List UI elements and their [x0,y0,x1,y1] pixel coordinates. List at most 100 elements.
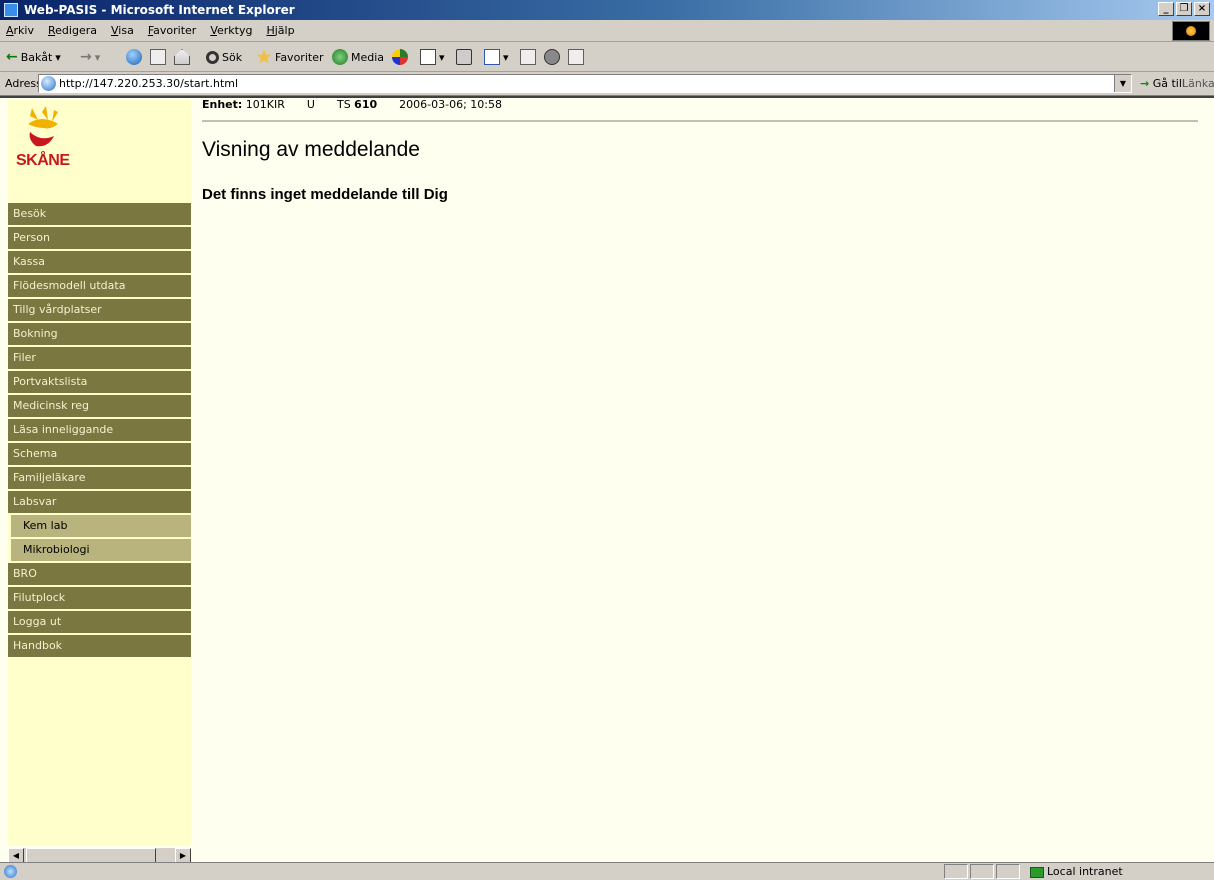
maximize-button[interactable]: ❐ [1176,2,1192,16]
sidebar-item-bro[interactable]: BRO [8,563,191,587]
address-bar: Adress http://147.220.253.30/start.html … [0,72,1214,96]
scroll-right-icon[interactable]: ▶ [175,848,191,863]
back-button[interactable]: ← Bakåt ▾ [6,47,61,67]
menu-visa[interactable]: Visa [111,24,134,37]
sidebar-item-logga-ut[interactable]: Logga ut [8,611,191,635]
zone-label: Local intranet [1047,865,1123,878]
favorites-button[interactable]: Favoriter [256,47,323,67]
back-arrow-icon: ← [6,49,18,65]
mail-dropdown-icon: ▾ [439,50,445,64]
ie-app-icon [4,3,18,17]
messenger-icon[interactable] [544,49,560,65]
sidebar-nav: Besök Person Kassa Flödesmodell utdata Tillg… [8,203,191,659]
sidebar-item-flödesmodell-utdata[interactable]: Flödesmodell utdata [8,275,191,299]
status-pane-2 [970,864,994,879]
sidebar-item-medicinsk-reg[interactable]: Medicinsk reg [8,395,191,419]
sidebar-item-mikrobiologi[interactable]: Mikrobiologi [8,539,191,563]
sidebar-item-schema[interactable]: Schema [8,443,191,467]
unit-value: 101KIR [245,98,285,111]
message-text: Det finns inget meddelande till Dig [202,186,448,203]
sidebar-item-kem-lab[interactable]: Kem lab [8,515,191,539]
media-icon [332,49,348,65]
ts-value: 610 [354,98,378,111]
menu-hjalp[interactable]: Hjälp [266,24,294,37]
go-label: Gå till [1152,77,1185,90]
back-label: Bakåt [20,50,53,64]
forward-button[interactable]: → ▾ [80,47,100,67]
sidebar-item-filer[interactable]: Filer [8,347,191,371]
window-controls: _ ❐ × [1158,2,1210,16]
sidebar-item-bokning[interactable]: Bokning [8,323,191,347]
go-arrow-icon: → [1140,77,1150,90]
home-icon[interactable] [174,49,190,65]
logo-text: SKÅNE [16,152,70,169]
header-divider [202,120,1198,122]
mail-icon[interactable] [420,49,436,65]
page-icon [41,76,56,91]
discuss-icon[interactable] [520,49,536,65]
sidebar-item-portvaktslista[interactable]: Portvaktslista [8,371,191,395]
links-button[interactable]: Länkar » [1182,77,1214,90]
standard-toolbar: ← Bakåt ▾ → ▾ Sök Favoriter Media ▾ ▾ [0,42,1214,72]
browser-content: SKÅNE Besök Person Kassa Flödesmodell utdat… [0,96,1214,863]
forward-dropdown-icon: ▾ [94,50,101,64]
sidebar-item-filutplock[interactable]: Filutplock [8,587,191,611]
sidebar-item-handbok[interactable]: Handbok [8,635,191,659]
print-icon[interactable] [456,49,472,65]
forward-arrow-icon: → [80,49,92,65]
ts-label: TS [336,98,351,111]
u-value: U [306,98,315,111]
minimize-button[interactable]: _ [1158,2,1174,16]
media-label: Media [351,50,385,64]
griffin-logo-icon [28,106,58,147]
datetime: 2006-03-06; 10:58 [399,98,502,111]
close-button[interactable]: × [1194,2,1210,16]
status-pane-3 [996,864,1020,879]
address-label: Adress [5,77,42,90]
security-zone: Local intranet [1030,865,1123,878]
menu-redigera[interactable]: Redigera [48,24,97,37]
scroll-thumb[interactable] [26,848,156,863]
media-button[interactable]: Media [332,47,384,67]
sidebar: SKÅNE Besök Person Kassa Flödesmodell utdat… [8,100,191,846]
unit-label: Enhet: [202,98,243,111]
session-info: Enhet: 101KIR U TS 610 2006-03-06; 10:58 [202,98,502,111]
window-titlebar[interactable]: Web-PASIS - Microsoft Internet Explorer … [0,0,1214,20]
back-dropdown-icon: ▾ [55,50,61,64]
research-icon[interactable] [568,49,584,65]
address-input[interactable]: http://147.220.253.30/start.html ▼ [38,74,1132,93]
sidebar-item-familjeläkare[interactable]: Familjeläkare [8,467,191,491]
sidebar-item-person[interactable]: Person [8,227,191,251]
refresh-icon[interactable] [150,49,166,65]
sidebar-horizontal-scrollbar[interactable]: ◀ ▶ [8,847,191,863]
favorites-icon [256,49,272,64]
sidebar-item-tillg-vårdplatser[interactable]: Tillg vårdplatser [8,299,191,323]
address-url: http://147.220.253.30/start.html [59,77,239,90]
history-icon[interactable] [392,49,408,65]
go-button[interactable]: → Gå till [1140,77,1185,90]
stop-icon[interactable] [126,49,142,65]
menu-favoriter[interactable]: Favoriter [148,24,197,37]
window-title: Web-PASIS - Microsoft Internet Explorer [24,3,295,17]
sidebar-item-kassa[interactable]: Kassa [8,251,191,275]
sidebar-item-läsa-inneliggande[interactable]: Läsa inneliggande [8,419,191,443]
sidebar-item-besök[interactable]: Besök [8,203,191,227]
scroll-left-icon[interactable]: ◀ [8,848,24,863]
status-bar: Local intranet [0,862,1214,880]
sidebar-item-labsvar[interactable]: Labsvar [8,491,191,515]
region-skane-logo: SKÅNE [14,102,74,182]
search-label: Sök [222,50,243,64]
address-dropdown-icon[interactable]: ▼ [1114,75,1131,92]
menu-bar: Arkiv Redigera Visa Favoriter Verktyg Hj… [0,20,1214,42]
edit-word-icon[interactable] [484,49,500,65]
status-pane-1 [944,864,968,879]
menu-arkiv[interactable]: Arkiv [6,24,34,37]
search-button[interactable]: Sök [206,47,242,67]
links-label: Länkar [1182,77,1214,90]
edit-dropdown-icon: ▾ [503,50,509,64]
favorites-label: Favoriter [275,50,324,64]
page-title: Visning av meddelande [202,138,420,161]
search-icon [206,50,219,64]
ie-throbber-logo [1172,21,1210,41]
menu-verktyg[interactable]: Verktyg [210,24,252,37]
